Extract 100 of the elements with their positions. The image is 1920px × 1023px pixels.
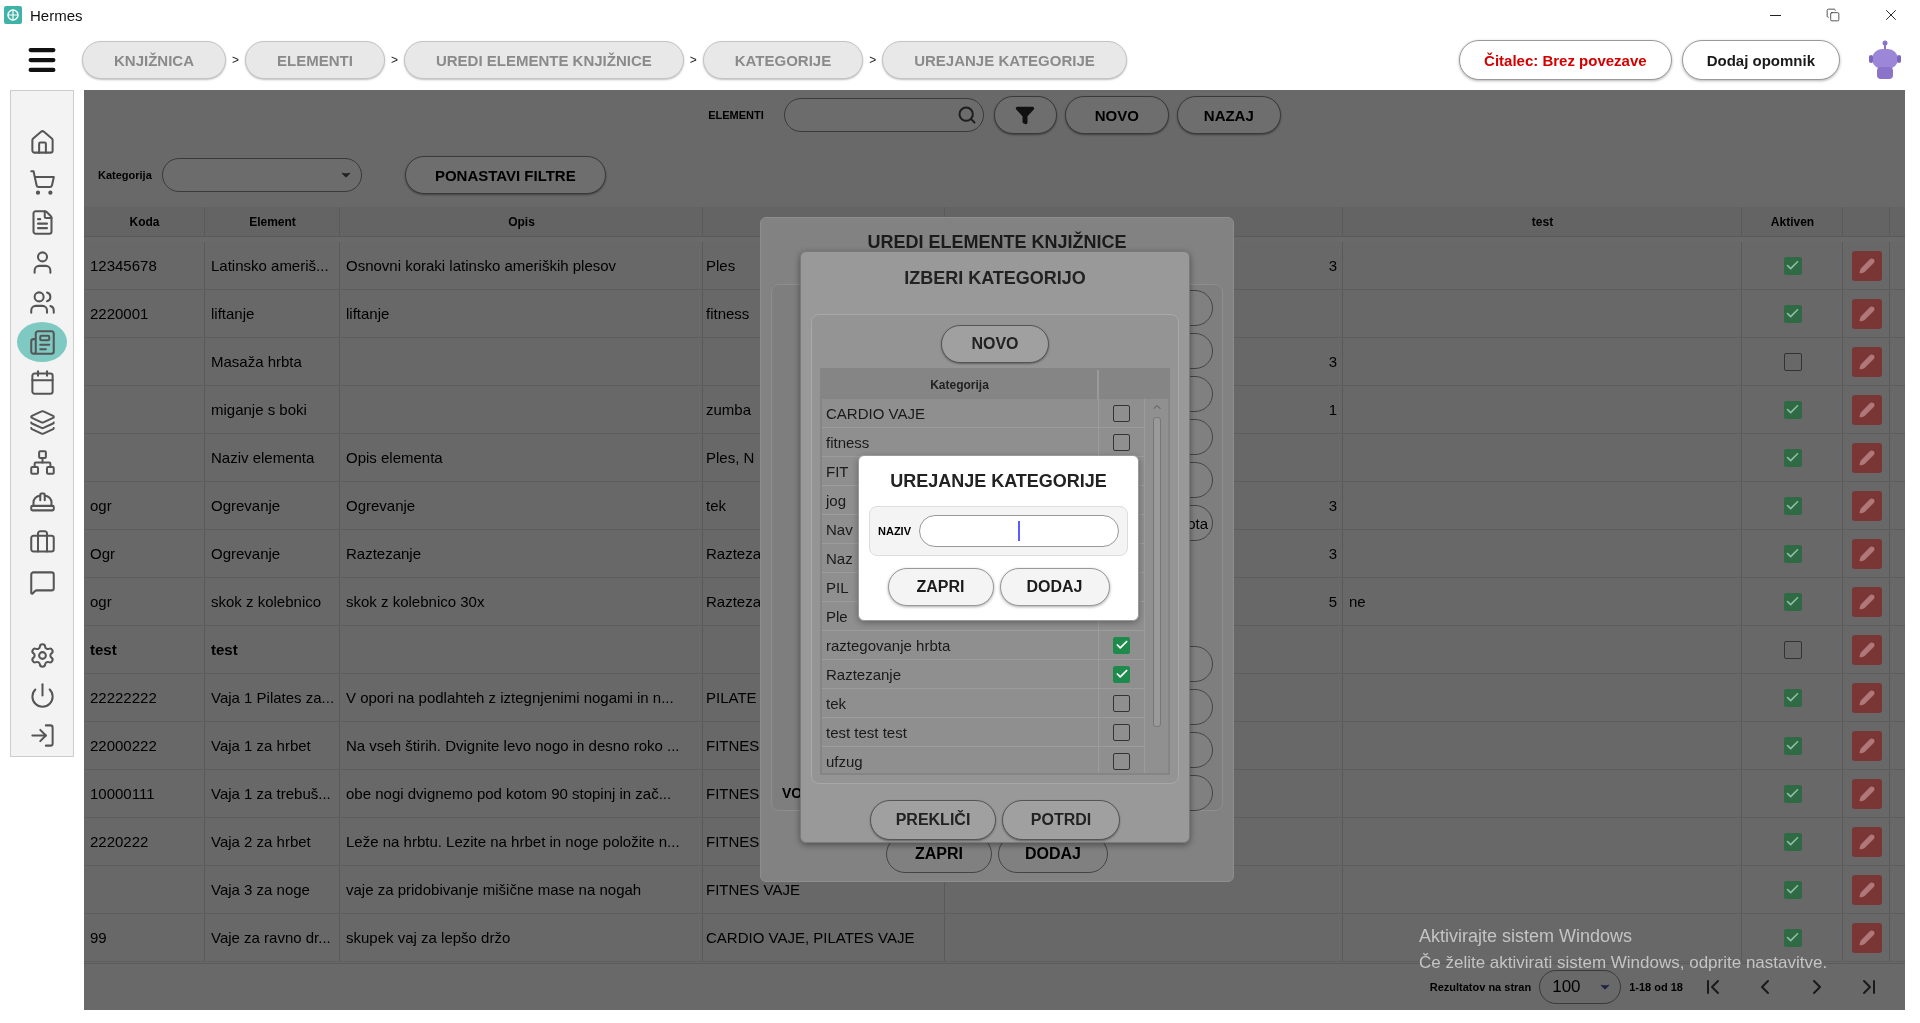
breadcrumb[interactable]: ELEMENTI [245, 41, 385, 79]
table-cell: V opori na podlahteh z iztegnjenimi nogami in n... [346, 689, 674, 706]
table-cell: Ogr [90, 545, 115, 562]
edit-button[interactable] [1851, 346, 1882, 377]
table-cell: Vaja 2 za hrbet [211, 833, 311, 850]
category-name: Nav [826, 520, 853, 538]
search-field[interactable] [783, 98, 984, 132]
category-checkbox[interactable] [1113, 665, 1130, 683]
filter-icon [1015, 105, 1036, 125]
cancel-button[interactable]: PREKLIČI [870, 800, 996, 840]
breadcrumb[interactable]: KATEGORIJE [702, 41, 864, 79]
edit-button[interactable] [1851, 778, 1882, 809]
connection-status-button[interactable]: Čitalec: Brez povezave [1459, 40, 1672, 80]
new-category-button[interactable]: NOVO [941, 325, 1049, 363]
text-cursor [1018, 521, 1020, 541]
table-cell: liftanje [211, 305, 255, 322]
breadcrumb[interactable]: KNJIŽNICA [82, 41, 226, 79]
edit-button[interactable] [1851, 394, 1882, 425]
category-select[interactable] [161, 158, 362, 192]
edit-button[interactable] [1851, 874, 1882, 905]
table-cell: Na vseh štirih. Dvignite levo nogo in desno roko ... [346, 737, 680, 754]
edit-button[interactable] [1851, 538, 1882, 569]
active-checkbox[interactable] [1783, 448, 1802, 467]
table-cell: CARDIO VAJE, PILATES VAJE [706, 929, 915, 946]
edit-button[interactable] [1851, 826, 1882, 857]
table-cell: Ples [706, 257, 736, 274]
page-size-label: Rezultatov na stran [1429, 981, 1532, 993]
category-checkbox[interactable] [1113, 752, 1130, 770]
close-dialog-button[interactable]: ZAPRI [887, 568, 994, 606]
table-cell: 2220001 [90, 305, 149, 322]
table-cell: Ogrevanje [211, 497, 281, 514]
table-cell: skok z kolebnico 30x [346, 593, 485, 610]
table-cell: 22222222 [90, 689, 157, 706]
field-label: NAZIV [878, 525, 911, 537]
reset-filters-button[interactable]: PONASTAVI FILTRE [404, 156, 606, 194]
edit-button[interactable] [1851, 490, 1882, 521]
add-button[interactable]: DODAJ [999, 568, 1110, 606]
edit-button[interactable] [1851, 730, 1882, 761]
category-checkbox[interactable] [1113, 636, 1130, 654]
active-checkbox[interactable] [1783, 496, 1802, 515]
active-checkbox[interactable] [1783, 544, 1802, 563]
edit-button[interactable] [1851, 634, 1882, 665]
edit-button[interactable] [1851, 442, 1882, 473]
briefcase-icon [28, 528, 56, 556]
new-button[interactable]: NOVO [1064, 96, 1169, 134]
active-checkbox[interactable] [1783, 400, 1802, 419]
active-checkbox[interactable] [1783, 784, 1802, 803]
scrollbar[interactable] [1144, 399, 1168, 773]
active-checkbox[interactable] [1783, 688, 1802, 707]
table-cell: Razteza [706, 545, 762, 562]
table-cell: skupek vaj za lepšo držo [346, 929, 511, 946]
table-cell: 1 [1328, 401, 1337, 418]
table-cell: Osnovni koraki latinsko ameriških plesov [346, 257, 617, 274]
table-cell: 22000222 [90, 737, 157, 754]
confirm-button[interactable]: POTRDI [1002, 800, 1120, 840]
sidebar-item[interactable] [17, 322, 67, 362]
active-checkbox[interactable] [1783, 736, 1802, 755]
table-row[interactable]: Vaja 3 za noge vaje za pridobivanje mišične mase na nogah FITNES VAJE [84, 866, 1905, 914]
breadcrumb[interactable]: UREJANJE KATEGORIJE [882, 41, 1127, 79]
edit-button[interactable] [1851, 682, 1882, 713]
active-checkbox[interactable] [1783, 928, 1802, 947]
table-cell: vaje za pridobivanje mišične mase na nogah [346, 881, 642, 898]
dialog-title: UREDI ELEMENTE KNJIŽNICE [867, 231, 1127, 253]
active-checkbox[interactable] [1783, 304, 1802, 323]
table-cell: Vaja 1 za trebuš... [211, 785, 331, 802]
category-checkbox[interactable] [1113, 694, 1130, 712]
active-checkbox[interactable] [1783, 880, 1802, 899]
table-cell: test [90, 641, 117, 658]
category-name: test test test [826, 723, 907, 741]
name-field[interactable] [919, 515, 1119, 547]
active-checkbox[interactable] [1783, 640, 1802, 659]
table-cell: 3 [1328, 497, 1337, 514]
edit-button[interactable] [1851, 586, 1882, 617]
back-button[interactable]: NAZAJ [1176, 96, 1281, 134]
check-icon [1114, 638, 1129, 652]
table-cell: Naziv elementa [211, 449, 315, 466]
users-icon [28, 288, 56, 316]
breadcrumb-separator: > [869, 53, 877, 67]
filter-button[interactable] [993, 96, 1057, 134]
category-checkbox[interactable] [1113, 404, 1130, 422]
table-cell: FITNES [706, 833, 760, 850]
pencil-icon [1858, 689, 1875, 706]
active-checkbox[interactable] [1783, 352, 1802, 371]
category-name: Ple [826, 607, 848, 625]
dialog-title: IZBERI KATEGORIJO [904, 267, 1086, 289]
table-cell: Opis elementa [346, 449, 443, 466]
active-checkbox[interactable] [1783, 832, 1802, 851]
table-cell: Ples, N [706, 449, 755, 466]
edit-button[interactable] [1851, 922, 1882, 953]
category-checkbox[interactable] [1113, 433, 1130, 451]
edit-button[interactable] [1851, 250, 1882, 281]
table-cell: miganje s boki [211, 401, 307, 418]
breadcrumb[interactable]: UREDI ELEMENTE KNJIŽNICE [403, 41, 684, 79]
edit-button[interactable] [1851, 298, 1882, 329]
active-checkbox[interactable] [1783, 592, 1802, 611]
dialog-title: UREJANJE KATEGORIJE [890, 470, 1107, 492]
category-checkbox[interactable] [1113, 723, 1130, 741]
pencil-icon [1858, 785, 1875, 802]
add-reminder-button[interactable]: Dodaj opomnik [1681, 40, 1840, 80]
active-checkbox[interactable] [1783, 256, 1802, 275]
